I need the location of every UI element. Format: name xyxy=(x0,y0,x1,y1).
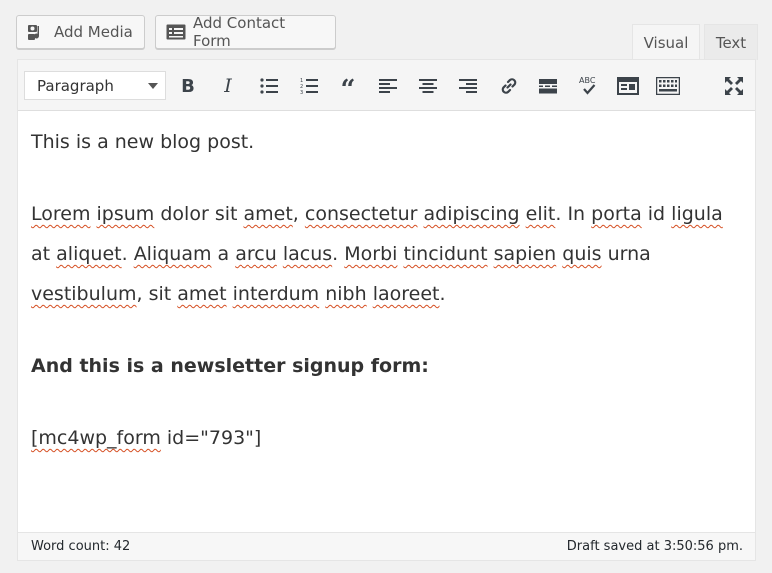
editor-content[interactable]: This is a new blog post. Lorem ipsum dol… xyxy=(31,122,743,458)
tab-visual[interactable]: Visual xyxy=(632,24,700,60)
format-select-value: Paragraph xyxy=(37,76,114,95)
word: In xyxy=(567,203,586,225)
italic-icon[interactable]: I xyxy=(213,71,243,101)
shortcode-attr: id="793"] xyxy=(160,427,262,449)
chevron-down-icon xyxy=(148,83,158,89)
paragraph-heading: And this is a newsletter signup form: xyxy=(31,355,429,377)
word: dolor xyxy=(160,203,209,225)
word: nibh xyxy=(325,283,367,305)
status-bar: Word count: 42 Draft saved at 3:50:56 pm… xyxy=(18,532,755,560)
bullet-list-icon[interactable] xyxy=(254,71,284,101)
numbered-list-icon[interactable]: 123 xyxy=(294,71,324,101)
blockquote-icon[interactable]: “ xyxy=(333,71,363,103)
word: quis xyxy=(562,243,602,265)
shortcode-paragraph: [mc4wp_form id="793"] xyxy=(31,418,743,458)
word: vestibulum xyxy=(31,283,137,305)
paragraph: This is a new blog post. xyxy=(31,131,255,153)
add-media-button[interactable]: Add Media xyxy=(16,15,145,49)
editor-toolbar: Paragraph B I 123 “ ABC xyxy=(18,60,755,111)
word: a xyxy=(217,243,230,265)
word: arcu xyxy=(235,243,277,265)
word: at xyxy=(31,243,51,265)
word: amet xyxy=(177,283,227,305)
media-icon xyxy=(27,23,47,41)
toolbar-toggle-icon[interactable] xyxy=(613,71,643,101)
link-icon[interactable] xyxy=(494,71,524,101)
form-icon xyxy=(166,24,186,40)
word: amet xyxy=(243,203,293,225)
svg-text:ABC: ABC xyxy=(579,76,596,85)
fullscreen-icon[interactable] xyxy=(719,71,749,101)
word: interdum xyxy=(232,283,320,305)
tab-text[interactable]: Text xyxy=(704,24,758,60)
word: sit xyxy=(214,203,238,225)
align-right-icon[interactable] xyxy=(453,71,483,101)
word: Lorem xyxy=(31,203,91,225)
word: sapien xyxy=(493,243,557,265)
word: ipsum xyxy=(96,203,155,225)
format-select[interactable]: Paragraph xyxy=(24,71,166,100)
add-contact-form-label: Add Contact Form xyxy=(193,14,286,50)
spellcheck-icon[interactable]: ABC xyxy=(573,71,603,101)
read-more-icon[interactable] xyxy=(533,71,563,101)
align-left-icon[interactable] xyxy=(373,71,403,101)
word: ligula xyxy=(671,203,723,225)
editor[interactable]: Paragraph B I 123 “ ABC This is a new bl… xyxy=(17,59,756,561)
word: id xyxy=(647,203,666,225)
word: elit xyxy=(525,203,556,225)
paragraph: Lorem ipsum dolor sit amet, consectetur … xyxy=(31,203,723,305)
word: porta xyxy=(591,203,642,225)
word: urna xyxy=(607,243,651,265)
align-center-icon[interactable] xyxy=(413,71,443,101)
word-count: Word count: 42 xyxy=(31,539,131,554)
word: Aliquam xyxy=(133,243,212,265)
word: consectetur xyxy=(304,203,418,225)
keyboard-shortcuts-icon[interactable] xyxy=(653,71,683,101)
shortcode-tag: [mc4wp_form xyxy=(31,427,161,449)
word: tincidunt xyxy=(403,243,488,265)
add-media-label: Add Media xyxy=(54,23,133,41)
svg-text:3: 3 xyxy=(300,90,303,95)
word: laoreet xyxy=(372,283,440,305)
word: aliquet xyxy=(56,243,122,265)
add-contact-form-button[interactable]: Add Contact Form xyxy=(155,14,336,50)
word: adipiscing xyxy=(423,203,520,225)
word: sit xyxy=(148,283,172,305)
bold-icon[interactable]: B xyxy=(173,71,203,101)
word: Morbi xyxy=(344,243,398,265)
draft-status: Draft saved at 3:50:56 pm. xyxy=(566,539,743,554)
word: lacus xyxy=(282,243,333,265)
